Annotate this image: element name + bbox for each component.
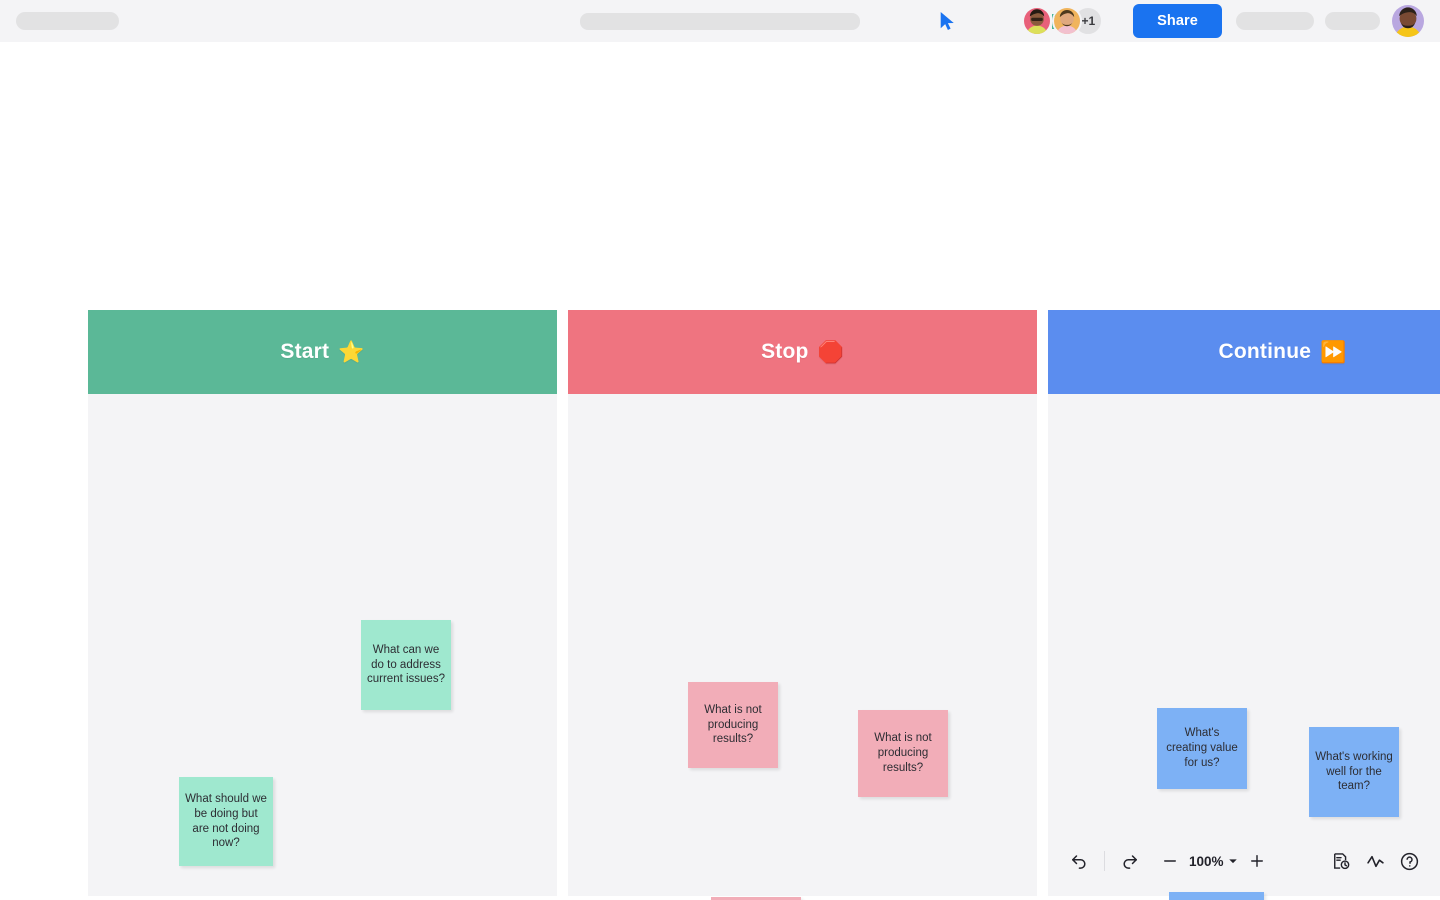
collaborator-avatars[interactable]: R +1 <box>1022 6 1104 36</box>
fit-screen-icon <box>1334 853 1350 870</box>
help-button[interactable] <box>1392 844 1426 878</box>
activity-button[interactable] <box>1358 844 1392 878</box>
chevron-down-icon <box>1228 859 1237 864</box>
undo-button[interactable] <box>1062 844 1096 878</box>
column-stop-title: Stop <box>761 340 809 363</box>
avatar[interactable] <box>1022 6 1052 36</box>
topbar-right-placeholder-two[interactable] <box>1325 12 1380 30</box>
column-stop-body[interactable]: What is not producing results? What is n… <box>568 394 1037 900</box>
sticky-note[interactable]: What is not producing results? <box>688 682 778 768</box>
help-icon <box>1400 852 1418 870</box>
sticky-note[interactable]: What should we continue doing to see if … <box>1169 892 1264 900</box>
zoom-level-dropdown[interactable]: 100% <box>1189 854 1238 869</box>
activity-icon <box>1366 855 1384 867</box>
column-start: Start ⭐ What can we do to address curren… <box>88 310 557 896</box>
zoom-out-button[interactable] <box>1153 844 1187 878</box>
column-continue-body[interactable]: What's creating value for us? What's wor… <box>1048 394 1440 900</box>
star-icon: ⭐ <box>338 340 365 364</box>
retro-columns: Start ⭐ What can we do to address curren… <box>88 310 1440 900</box>
zoom-in-button[interactable] <box>1240 844 1274 878</box>
topbar-right-placeholder-one[interactable] <box>1236 12 1314 30</box>
sticky-note[interactable]: What can we do to address current issues… <box>361 620 451 710</box>
zoom-controls: 100% <box>1153 844 1274 878</box>
undo-icon <box>1072 855 1086 869</box>
toolbar-divider <box>1104 851 1105 871</box>
column-start-body[interactable]: What can we do to address current issues… <box>88 394 557 896</box>
column-continue-header: Continue ⏩ <box>1048 310 1440 394</box>
avatar-current-user[interactable] <box>1392 5 1424 37</box>
share-button[interactable]: Share <box>1133 4 1222 38</box>
plus-icon <box>1250 855 1263 867</box>
topbar-left-placeholder[interactable] <box>16 12 119 30</box>
stop-sign-icon: 🛑 <box>817 340 844 364</box>
redo-icon <box>1123 855 1137 869</box>
cursor-pointer-icon <box>940 12 954 30</box>
miro-board-app: R +1 Share <box>0 0 1440 900</box>
column-start-title: Start <box>280 340 330 363</box>
board-canvas[interactable]: Start ⭐ What can we do to address curren… <box>0 42 1440 900</box>
column-start-header: Start ⭐ <box>88 310 557 394</box>
redo-button[interactable] <box>1113 844 1147 878</box>
column-stop-header: Stop 🛑 <box>568 310 1037 394</box>
zoom-level-value: 100% <box>1189 853 1224 869</box>
sticky-note[interactable]: What is not producing results? <box>858 710 948 797</box>
column-continue: Continue ⏩ What's creating value for us?… <box>1048 310 1440 900</box>
topbar-center-placeholder[interactable] <box>580 13 860 30</box>
sticky-note[interactable]: What's creating value for us? <box>1157 708 1247 789</box>
fast-forward-icon: ⏩ <box>1320 340 1347 364</box>
sticky-note[interactable]: What's working well for the team? <box>1309 727 1399 817</box>
frame-history-button[interactable] <box>1324 844 1358 878</box>
sticky-note[interactable]: What should we be doing but are not doin… <box>179 777 273 866</box>
minus-icon <box>1164 860 1176 862</box>
column-continue-title: Continue <box>1218 340 1312 363</box>
bottom-toolbar: 100% <box>1048 838 1440 884</box>
column-stop: Stop 🛑 What is not producing results? Wh… <box>568 310 1037 900</box>
